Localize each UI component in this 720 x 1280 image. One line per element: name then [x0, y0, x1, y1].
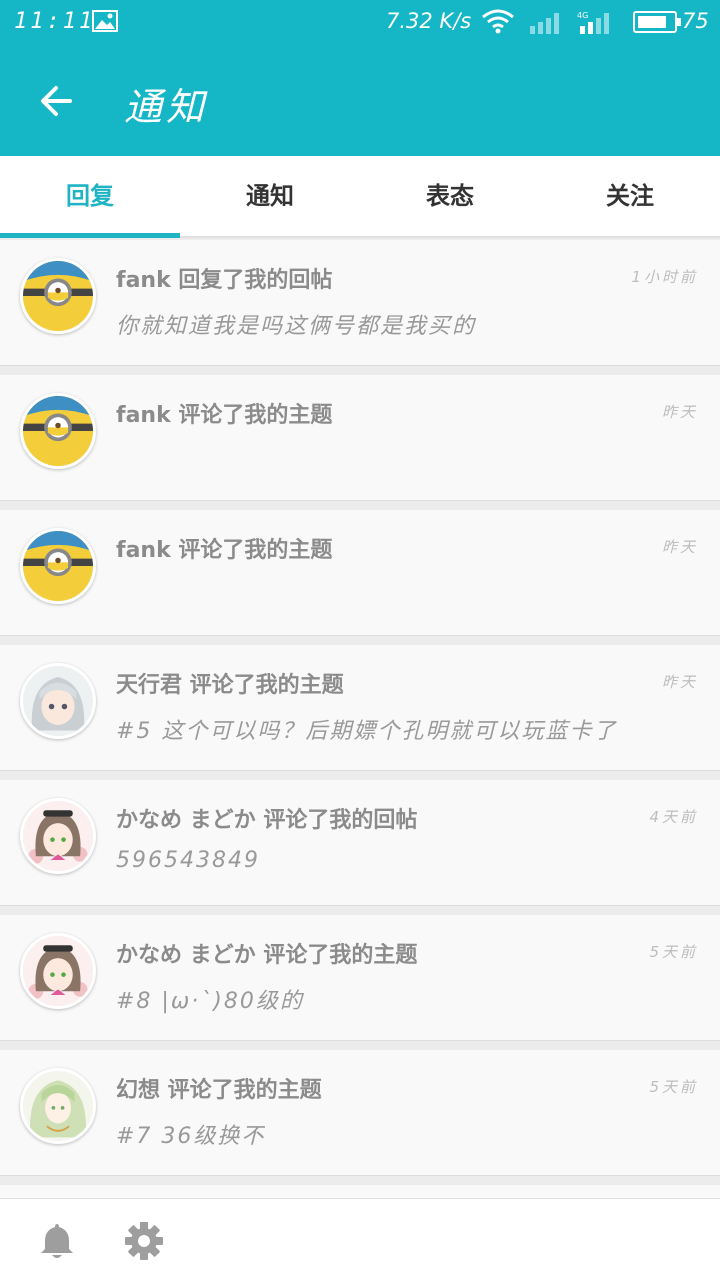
anime-character-avatar-icon [23, 1071, 93, 1141]
notification-title: fank 评论了我的主题 [116, 403, 333, 428]
back-arrow-icon[interactable] [30, 78, 82, 124]
minion-avatar-icon [23, 531, 93, 601]
avatar[interactable] [20, 798, 96, 874]
notification-time: 5天前 [649, 1078, 698, 1096]
notification-time: 昨天 [661, 673, 698, 691]
avatar[interactable] [20, 663, 96, 739]
gear-icon[interactable] [124, 1221, 164, 1261]
notification-time: 1小时前 [631, 268, 698, 286]
signal-sim2-icon: 4G [577, 11, 609, 34]
notification-body: #5 这个可以吗？后期嫖个孔明就可以玩蓝卡了 [116, 719, 618, 744]
list-item[interactable]: 幻想 评论了我的主题 5天前 #7 36级换不 [0, 1050, 720, 1176]
signal-sim1-icon [530, 13, 559, 34]
bell-icon[interactable] [38, 1221, 76, 1261]
tab-follows[interactable]: 关注 [540, 156, 720, 236]
network-type-label: 4G [577, 11, 588, 20]
list-item[interactable]: かなめ まどか 评论了我的回帖 4天前 596543849 [0, 780, 720, 906]
notification-title: かなめ まどか 评论了我的回帖 [116, 808, 418, 833]
notification-time: 昨天 [661, 403, 698, 421]
notification-time: 昨天 [661, 538, 698, 556]
notification-body: #7 36级换不 [116, 1124, 266, 1149]
tab-reactions[interactable]: 表态 [360, 156, 540, 236]
list-item[interactable]: fank 评论了我的主题 昨天 [0, 510, 720, 636]
list-item[interactable]: かなめ まどか 评论了我的主题 5天前 #8 |ω·`)80级的 [0, 915, 720, 1041]
tab-replies[interactable]: 回复 [0, 156, 180, 236]
avatar[interactable] [20, 393, 96, 469]
anime-character-avatar-icon [23, 936, 93, 1006]
notification-title: fank 评论了我的主题 [116, 538, 333, 563]
battery-icon [633, 11, 681, 33]
notification-body: #8 |ω·`)80级的 [116, 989, 304, 1014]
notification-title: かなめ まどか 评论了我的主题 [116, 943, 418, 968]
avatar[interactable] [20, 258, 96, 334]
anime-character-avatar-icon [23, 801, 93, 871]
notification-body: 596543849 [116, 848, 260, 873]
image-notification-icon [92, 10, 118, 32]
notification-time: 5天前 [649, 943, 698, 961]
notification-body: 你就知道我是吗这俩号都是我买的 [116, 314, 477, 339]
minion-avatar-icon [23, 261, 93, 331]
avatar[interactable] [20, 933, 96, 1009]
notification-title: 天行君 评论了我的主题 [116, 673, 344, 698]
tab-notifications[interactable]: 通知 [180, 156, 360, 236]
app-bar: 通知 [0, 46, 720, 156]
anime-character-avatar-icon [23, 666, 93, 736]
list-item[interactable]: fank 回复了我的回帖 1小时前 你就知道我是吗这俩号都是我买的 [0, 240, 720, 366]
avatar[interactable] [20, 1068, 96, 1144]
wifi-icon [482, 9, 514, 34]
battery-percent: 75 [682, 9, 709, 33]
minion-avatar-icon [23, 396, 93, 466]
network-speed: 7.32 K/s [386, 9, 472, 33]
page-title: 通知 [124, 85, 209, 129]
tab-active-indicator [0, 233, 180, 238]
avatar[interactable] [20, 528, 96, 604]
notification-title: 幻想 评论了我的主题 [116, 1078, 322, 1103]
status-time: 11:11 [14, 9, 96, 34]
bottom-bar [0, 1198, 720, 1280]
notification-title: fank 回复了我的回帖 [116, 268, 333, 293]
notification-time: 4天前 [649, 808, 698, 826]
list-item[interactable]: 天行君 评论了我的主题 昨天 #5 这个可以吗？后期嫖个孔明就可以玩蓝卡了 [0, 645, 720, 771]
status-bar: 11:11 7.32 K/s 4G 75 [0, 0, 720, 46]
tab-bar: 回复 通知 表态 关注 [0, 156, 720, 238]
list-item[interactable]: fank 评论了我的主题 昨天 [0, 375, 720, 501]
